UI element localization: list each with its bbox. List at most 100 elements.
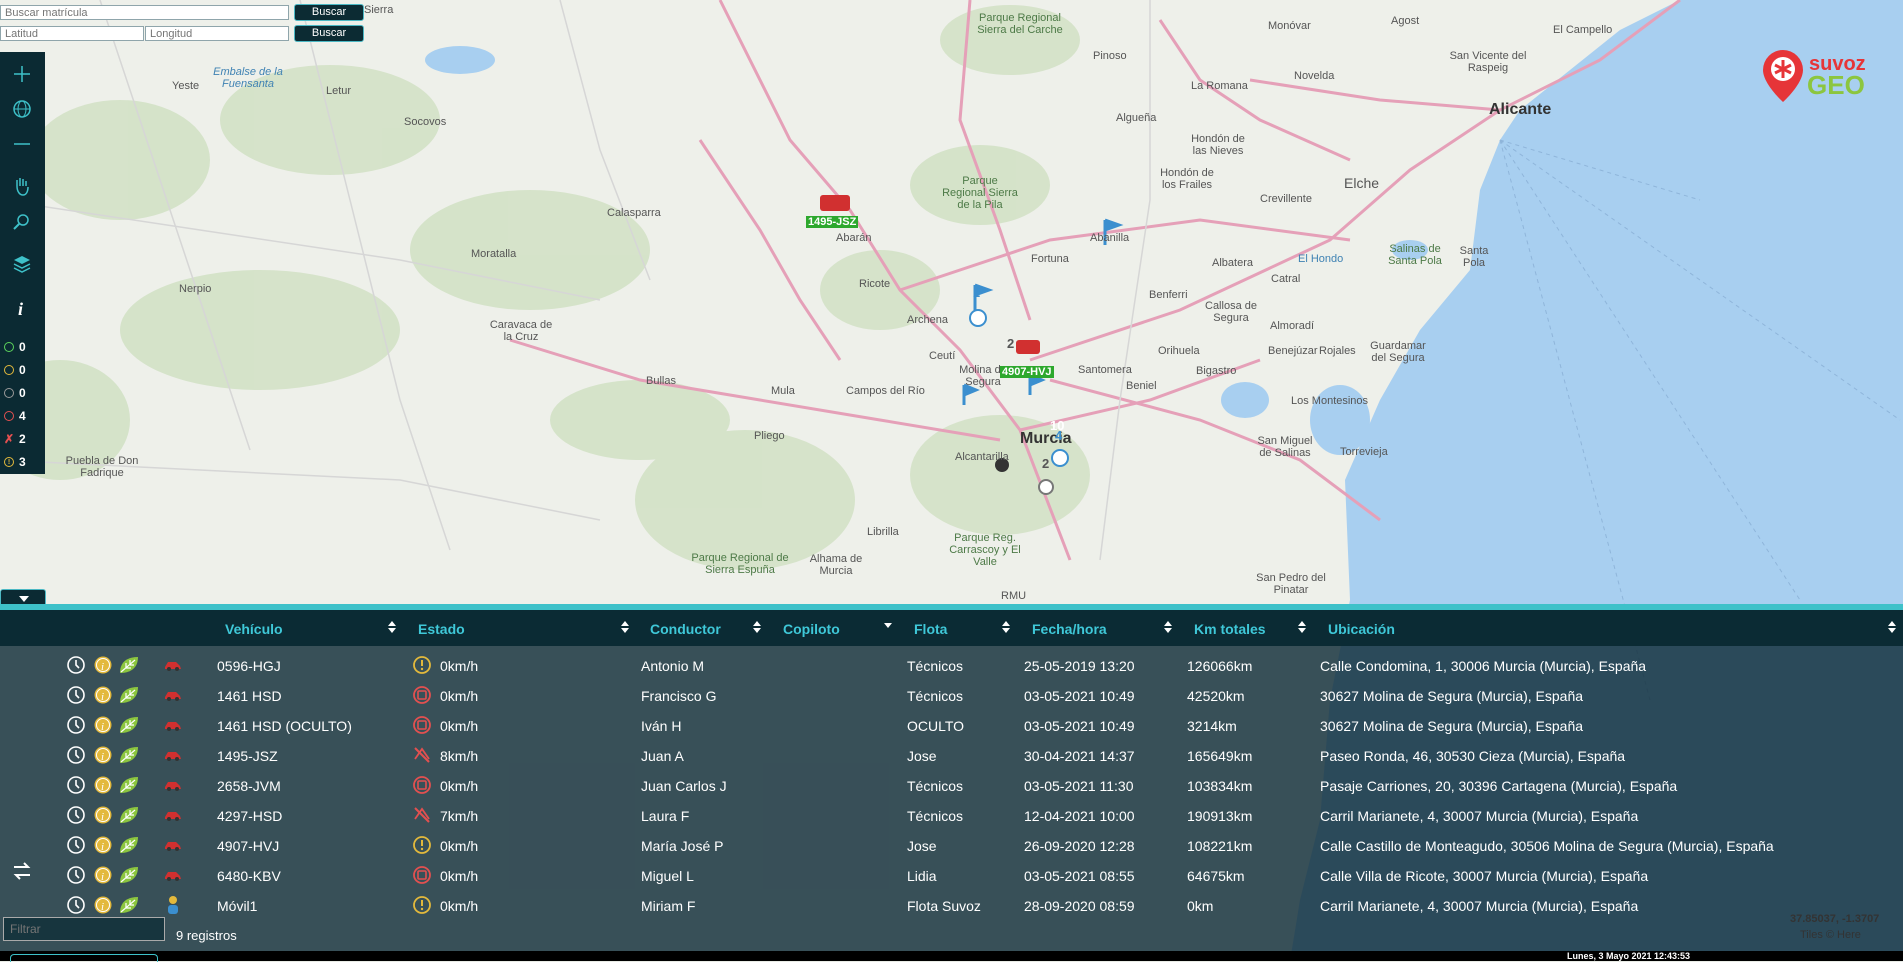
sort-icon[interactable] bbox=[388, 620, 396, 634]
info-icon[interactable]: i bbox=[93, 805, 113, 825]
pan-hand-icon[interactable] bbox=[10, 174, 34, 198]
history-icon[interactable] bbox=[66, 745, 86, 765]
table-row[interactable]: i 2658-JVM 0km/h Juan Carlos J Técnicos 03-05… bbox=[0, 770, 1903, 800]
info-icon[interactable]: i bbox=[93, 835, 113, 855]
eco-leaf-icon[interactable] bbox=[118, 805, 138, 825]
sort-icon[interactable] bbox=[753, 620, 761, 634]
swap-icon[interactable] bbox=[10, 859, 34, 883]
history-icon[interactable] bbox=[66, 685, 86, 705]
table-row[interactable]: i 6480-KBV 0km/h Miguel L Lidia 03-05-2021 08… bbox=[0, 860, 1903, 890]
stat-warning[interactable]: ! 3 bbox=[4, 455, 26, 469]
cluster-count[interactable]: 4 bbox=[1055, 429, 1062, 442]
map-label: Alhama de Murcia bbox=[809, 553, 863, 577]
stat-stopped[interactable]: 4 bbox=[4, 409, 26, 423]
latitude-input[interactable] bbox=[0, 26, 144, 41]
history-icon[interactable] bbox=[66, 775, 86, 795]
map-label: Parque Reg. Carrascoy y El Valle bbox=[949, 532, 1021, 568]
stat-no-signal[interactable]: ✗ 2 bbox=[4, 432, 26, 446]
table-row[interactable]: i 4907-HVJ 0km/h María José P Jose 26-09-2020… bbox=[0, 830, 1903, 860]
sort-icon[interactable] bbox=[1888, 620, 1896, 634]
info-icon[interactable]: i bbox=[93, 745, 113, 765]
info-icon[interactable]: i bbox=[93, 685, 113, 705]
vehicle-label-1495-jsz[interactable]: 1495-JSZ bbox=[806, 216, 859, 228]
search-icon[interactable] bbox=[10, 210, 34, 234]
map-label: Almoradí bbox=[1270, 320, 1315, 332]
history-icon[interactable] bbox=[66, 835, 86, 855]
plate-search-input[interactable] bbox=[0, 5, 289, 20]
history-icon[interactable] bbox=[66, 805, 86, 825]
globe-icon[interactable] bbox=[10, 97, 34, 121]
driver-cell: María José P bbox=[641, 838, 724, 854]
fleet-cell: Técnicos bbox=[907, 808, 964, 824]
map-label: Murcia bbox=[1020, 430, 1072, 447]
zoom-out-icon[interactable] bbox=[10, 132, 34, 156]
sort-icon[interactable] bbox=[1164, 620, 1172, 634]
vehicle-cell: 4297-HSD bbox=[217, 808, 283, 824]
sort-icon[interactable] bbox=[621, 620, 629, 634]
info-icon[interactable]: i bbox=[93, 895, 113, 915]
eco-leaf-icon[interactable] bbox=[118, 685, 138, 705]
vehicle-label-4907-hvj[interactable]: 4907-HVJ bbox=[1000, 366, 1054, 378]
column-header-km[interactable]: Km totales bbox=[1194, 621, 1266, 637]
history-icon[interactable] bbox=[66, 895, 86, 915]
table-row[interactable]: i Móvil1 0km/h Miriam F Flota Suvoz 28-09-202… bbox=[0, 890, 1903, 920]
info-icon[interactable]: i bbox=[93, 715, 113, 735]
column-header-location[interactable]: Ubicación bbox=[1328, 621, 1395, 637]
plate-search-button[interactable]: Buscar bbox=[294, 4, 364, 21]
stopped-icon bbox=[412, 715, 432, 735]
info-icon[interactable]: i bbox=[93, 655, 113, 675]
svg-text:i: i bbox=[101, 721, 104, 733]
sort-down-icon[interactable] bbox=[884, 623, 892, 628]
history-icon[interactable] bbox=[66, 715, 86, 735]
eco-leaf-icon[interactable] bbox=[118, 895, 138, 915]
stopped-icon bbox=[412, 775, 432, 795]
eco-leaf-icon[interactable] bbox=[118, 715, 138, 735]
map-label: Callosa de Segura bbox=[1205, 300, 1257, 324]
zoom-in-icon[interactable] bbox=[10, 62, 34, 86]
cluster-count[interactable]: 2 bbox=[973, 286, 980, 299]
eco-leaf-icon[interactable] bbox=[118, 865, 138, 885]
eco-leaf-icon[interactable] bbox=[118, 655, 138, 675]
column-header-driver[interactable]: Conductor bbox=[650, 621, 721, 637]
info-icon[interactable]: i bbox=[93, 865, 113, 885]
info-icon[interactable]: i bbox=[10, 297, 34, 321]
eco-leaf-icon[interactable] bbox=[118, 835, 138, 855]
cluster-count[interactable]: 2 bbox=[1007, 337, 1014, 350]
map-label: Agost bbox=[1391, 15, 1420, 27]
map-label: RMU bbox=[1001, 590, 1027, 602]
table-row[interactable]: i 0596-HGJ 0km/h Antonio M Técnicos 25-05-201… bbox=[0, 650, 1903, 680]
longitude-input[interactable] bbox=[145, 26, 289, 41]
sort-icon[interactable] bbox=[1298, 620, 1306, 634]
column-header-copilot[interactable]: Copiloto bbox=[783, 621, 840, 637]
history-icon[interactable] bbox=[66, 655, 86, 675]
table-row[interactable]: i 1495-JSZ 8km/h Juan A Jose 30-04-2021 14:37… bbox=[0, 740, 1903, 770]
map-label: Crevillente bbox=[1260, 193, 1312, 205]
history-icon[interactable] bbox=[66, 865, 86, 885]
warning-icon bbox=[412, 835, 432, 855]
table-row[interactable]: i 1461 HSD (OCULTO) 0km/h Iván H OCULTO 03-05… bbox=[0, 710, 1903, 740]
filter-input[interactable] bbox=[3, 917, 165, 941]
map-label: Ricote bbox=[859, 278, 891, 290]
stat-idle[interactable]: 0 bbox=[4, 363, 26, 377]
coords-search-button[interactable]: Buscar bbox=[294, 25, 364, 42]
sort-icon[interactable] bbox=[1002, 620, 1010, 634]
info-icon[interactable]: i bbox=[93, 775, 113, 795]
map-label: San Pedro del Pinatar bbox=[1256, 572, 1326, 596]
warning-icon bbox=[412, 895, 432, 915]
stat-off[interactable]: 0 bbox=[4, 386, 26, 400]
layers-icon[interactable] bbox=[10, 252, 34, 276]
fleet-cell: Lidia bbox=[907, 868, 937, 884]
stat-moving[interactable]: 0 bbox=[4, 340, 26, 354]
column-header-datetime[interactable]: Fecha/hora bbox=[1032, 621, 1107, 637]
eco-leaf-icon[interactable] bbox=[118, 775, 138, 795]
table-row[interactable]: i 1461 HSD 0km/h Francisco G Técnicos 03-05-2… bbox=[0, 680, 1903, 710]
map-label: Yeste bbox=[172, 80, 200, 92]
speed-cell: 0km/h bbox=[440, 778, 479, 794]
speed-cell: 0km/h bbox=[440, 868, 479, 884]
column-header-fleet[interactable]: Flota bbox=[914, 621, 947, 637]
eco-leaf-icon[interactable] bbox=[118, 745, 138, 765]
column-header-status[interactable]: Estado bbox=[418, 621, 465, 637]
cluster-count[interactable]: 2 bbox=[1042, 457, 1049, 470]
table-row[interactable]: i 4297-HSD 7km/h Laura F Técnicos 12-04-2021 … bbox=[0, 800, 1903, 830]
column-header-vehicle[interactable]: Vehículo bbox=[225, 621, 283, 637]
